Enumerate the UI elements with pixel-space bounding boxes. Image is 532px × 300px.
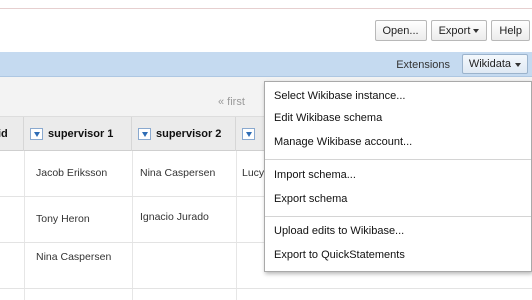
menu-separator (265, 216, 531, 217)
chevron-down-icon (515, 62, 521, 67)
export-button-label: Export (438, 24, 471, 37)
menu-separator (265, 159, 531, 160)
menu-item-upload-edits[interactable]: Upload edits to Wikibase... (274, 225, 404, 237)
menu-item-edit-wikibase-schema[interactable]: Edit Wikibase schema (274, 112, 382, 124)
table-cell[interactable]: Nina Caspersen (140, 167, 215, 179)
extensions-bar: Extensions Wikidata (0, 52, 532, 77)
menu-item-export-quickstatements[interactable]: Export to QuickStatements (274, 249, 405, 261)
column-header-partial[interactable] (236, 117, 266, 151)
export-button[interactable]: Export (430, 20, 488, 41)
menu-item-manage-wikibase-account[interactable]: Manage Wikibase account... (274, 136, 412, 148)
top-divider (0, 8, 532, 9)
project-toolbar: Open... Export Help (374, 20, 530, 41)
table-cell[interactable]: Ignacio Jurado (140, 211, 209, 223)
extensions-label: Extensions (396, 59, 450, 71)
help-button[interactable]: Help (491, 20, 530, 41)
column-dropdown-icon[interactable] (30, 128, 43, 140)
column-header-label: id (0, 128, 8, 140)
column-dropdown-icon[interactable] (242, 128, 255, 140)
wikidata-menu-button[interactable]: Wikidata (461, 54, 528, 74)
open-button[interactable]: Open... (374, 20, 427, 41)
column-header-supervisor-1[interactable]: supervisor 1 (24, 117, 132, 151)
column-header-id[interactable]: id (0, 117, 24, 151)
table-cell[interactable]: Jacob Eriksson (36, 167, 107, 179)
column-header-label: supervisor 2 (156, 128, 222, 140)
chevron-down-icon (473, 29, 480, 33)
help-button-label: Help (499, 24, 522, 37)
menu-item-select-wikibase-instance[interactable]: Select Wikibase instance... (274, 90, 405, 102)
wikidata-dropdown-menu: Select Wikibase instance... Edit Wikibas… (264, 81, 532, 272)
table-cell[interactable]: Nina Caspersen (36, 251, 111, 263)
wikidata-button-label: Wikidata (468, 58, 511, 70)
column-header-supervisor-2[interactable]: supervisor 2 (132, 117, 236, 151)
column-dropdown-icon[interactable] (138, 128, 151, 140)
pager-first-link[interactable]: « first (218, 96, 245, 108)
table-cell[interactable]: Tony Heron (36, 213, 90, 225)
column-header-label: supervisor 1 (48, 128, 114, 140)
open-button-label: Open... (382, 24, 419, 37)
menu-item-export-schema[interactable]: Export schema (274, 193, 347, 205)
menu-item-import-schema[interactable]: Import schema... (274, 169, 356, 181)
table-cell[interactable]: Lucy (242, 167, 264, 179)
